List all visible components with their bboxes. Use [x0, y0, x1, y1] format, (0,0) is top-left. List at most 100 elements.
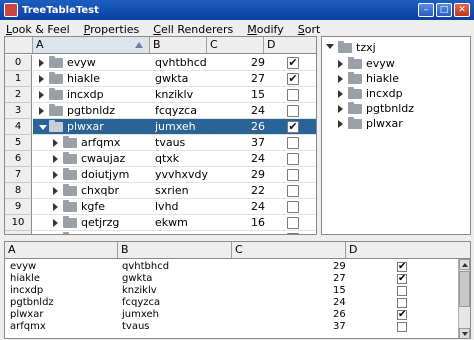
folder-icon [49, 120, 63, 132]
cell-d-checkbox[interactable] [397, 286, 407, 296]
row-number[interactable]: 8 [5, 183, 32, 199]
close-button[interactable]: ✕ [454, 3, 470, 17]
cell-b: knziklv [155, 88, 194, 101]
table-row[interactable]: evyw qvhtbhcd 29 ✔ [33, 55, 316, 71]
row-number[interactable]: 11 [5, 231, 32, 234]
expand-arrow-icon[interactable] [53, 203, 58, 211]
table-row[interactable]: hiakle gwkta 27 ✔ [5, 273, 460, 285]
cell-a: plwxar [10, 309, 44, 320]
expand-arrow-icon[interactable] [39, 91, 44, 99]
cell-d-checkbox[interactable] [287, 185, 299, 197]
expand-arrow-icon[interactable] [53, 187, 58, 195]
expand-arrow-icon[interactable] [39, 59, 44, 67]
cell-c: 29 [333, 261, 346, 272]
table-row[interactable]: kgfe lvhd 24 [33, 199, 316, 215]
expand-arrow-icon[interactable] [39, 107, 44, 115]
table-row[interactable]: arfqmx tvaus 37 [33, 135, 316, 151]
expand-arrow-icon[interactable] [39, 75, 44, 83]
cell-d-checkbox[interactable] [287, 169, 299, 181]
table-row[interactable]: plwxar jumxeh 26 ✔ [5, 309, 460, 321]
column-header-label: A [8, 243, 16, 256]
table-row[interactable]: pgtbnldz fcqyzca 24 [33, 103, 316, 119]
table-row[interactable]: chxqbr sxrien 22 [33, 183, 316, 199]
cell-d-checkbox[interactable] [397, 298, 407, 308]
table-row[interactable]: doiutjym yvvhxvdy 29 [33, 167, 316, 183]
cell-d-checkbox[interactable]: ✔ [287, 233, 299, 234]
expand-arrow-icon[interactable] [53, 139, 58, 147]
folder-icon [63, 168, 77, 180]
cell-d-checkbox[interactable] [287, 105, 299, 117]
table-row[interactable]: arfqmx tvaus 37 [5, 321, 460, 333]
window-title: TreeTableTest [22, 4, 99, 16]
expand-arrow-icon[interactable] [338, 75, 343, 83]
maximize-button[interactable]: □ [436, 3, 452, 17]
table-row[interactable]: incxdp knziklv 15 [33, 87, 316, 103]
column-header-b[interactable]: B [118, 242, 232, 258]
table-row[interactable]: plwxar jumxeh 26 ✔ [33, 119, 316, 135]
column-header-c[interactable]: C [207, 37, 264, 53]
cell-d-checkbox[interactable] [287, 201, 299, 213]
row-number[interactable]: 5 [5, 135, 32, 151]
row-number[interactable]: 3 [5, 103, 32, 119]
row-number[interactable]: 9 [5, 199, 32, 215]
minimize-button[interactable]: – [418, 3, 434, 17]
collapse-arrow-icon[interactable] [39, 125, 47, 130]
cell-d-checkbox[interactable]: ✔ [287, 57, 299, 69]
menu-cell-renderers[interactable]: Cell Renderers [153, 23, 233, 36]
cell-d-checkbox[interactable] [287, 89, 299, 101]
cell-c: 27 [333, 273, 346, 284]
scroll-thumb[interactable] [459, 271, 470, 307]
menu-look-and-feel[interactable]: Look & Feel [6, 23, 70, 36]
expand-arrow-icon[interactable] [338, 60, 343, 68]
expand-arrow-icon[interactable] [338, 90, 343, 98]
column-header-label: A [36, 38, 44, 51]
expand-arrow-icon[interactable] [53, 219, 58, 227]
scroll-up-icon[interactable] [459, 259, 470, 270]
cell-d-checkbox[interactable]: ✔ [287, 73, 299, 85]
cell-c: 26 [333, 309, 346, 320]
cell-d-checkbox[interactable] [287, 217, 299, 229]
row-number[interactable]: 0 [5, 55, 32, 71]
column-header-b[interactable]: B [150, 37, 207, 53]
row-number[interactable]: 6 [5, 151, 32, 167]
cell-b: lvhd [155, 200, 179, 213]
cell-d-checkbox[interactable]: ✔ [397, 274, 407, 284]
menu-modify[interactable]: Modify [247, 23, 283, 36]
row-number[interactable]: 1 [5, 71, 32, 87]
table-row[interactable]: qetjrzg ekwm 16 [33, 215, 316, 231]
cell-d-checkbox[interactable]: ✔ [397, 262, 407, 272]
scroll-down-icon[interactable] [459, 328, 470, 338]
expand-arrow-icon[interactable] [338, 105, 343, 113]
vertical-scrollbar[interactable] [458, 259, 470, 338]
row-number[interactable]: 10 [5, 215, 32, 231]
cell-d-checkbox[interactable] [287, 137, 299, 149]
table-row[interactable]: urnvxslbm kplhsog 39 ✔ [33, 231, 316, 234]
table-row[interactable]: pgtbnldz fcqyzca 24 [5, 297, 460, 309]
cell-d-checkbox[interactable] [397, 322, 407, 332]
column-header-a[interactable]: A [33, 37, 150, 53]
expand-arrow-icon[interactable] [53, 155, 58, 163]
column-header-c[interactable]: C [232, 242, 346, 258]
column-header-label: B [121, 243, 129, 256]
row-number[interactable]: 4 [5, 119, 32, 135]
column-header-d[interactable]: D [264, 37, 316, 53]
cell-d-checkbox[interactable]: ✔ [397, 310, 407, 320]
table-row[interactable]: incxdp knziklv 15 [5, 285, 460, 297]
cell-b: jumxeh [155, 120, 196, 133]
row-number[interactable]: 7 [5, 167, 32, 183]
cell-d-checkbox[interactable]: ✔ [287, 121, 299, 133]
expand-arrow-icon[interactable] [53, 171, 58, 179]
expand-arrow-icon[interactable] [338, 120, 343, 128]
table-row[interactable]: evyw qvhtbhcd 29 ✔ [5, 261, 460, 273]
cell-a: pgtbnldz [67, 104, 116, 117]
table-row[interactable]: cwaujaz qtxk 24 [33, 151, 316, 167]
cell-a: kgfe [81, 200, 105, 213]
menu-sort[interactable]: Sort [298, 23, 321, 36]
menu-properties[interactable]: Properties [84, 23, 140, 36]
row-number[interactable]: 2 [5, 87, 32, 103]
cell-d-checkbox[interactable] [287, 153, 299, 165]
column-header-a[interactable]: A [5, 242, 118, 258]
column-header-d[interactable]: D [346, 242, 470, 258]
table-row[interactable]: hiakle gwkta 27 ✔ [33, 71, 316, 87]
expand-arrow-icon[interactable] [326, 44, 334, 49]
